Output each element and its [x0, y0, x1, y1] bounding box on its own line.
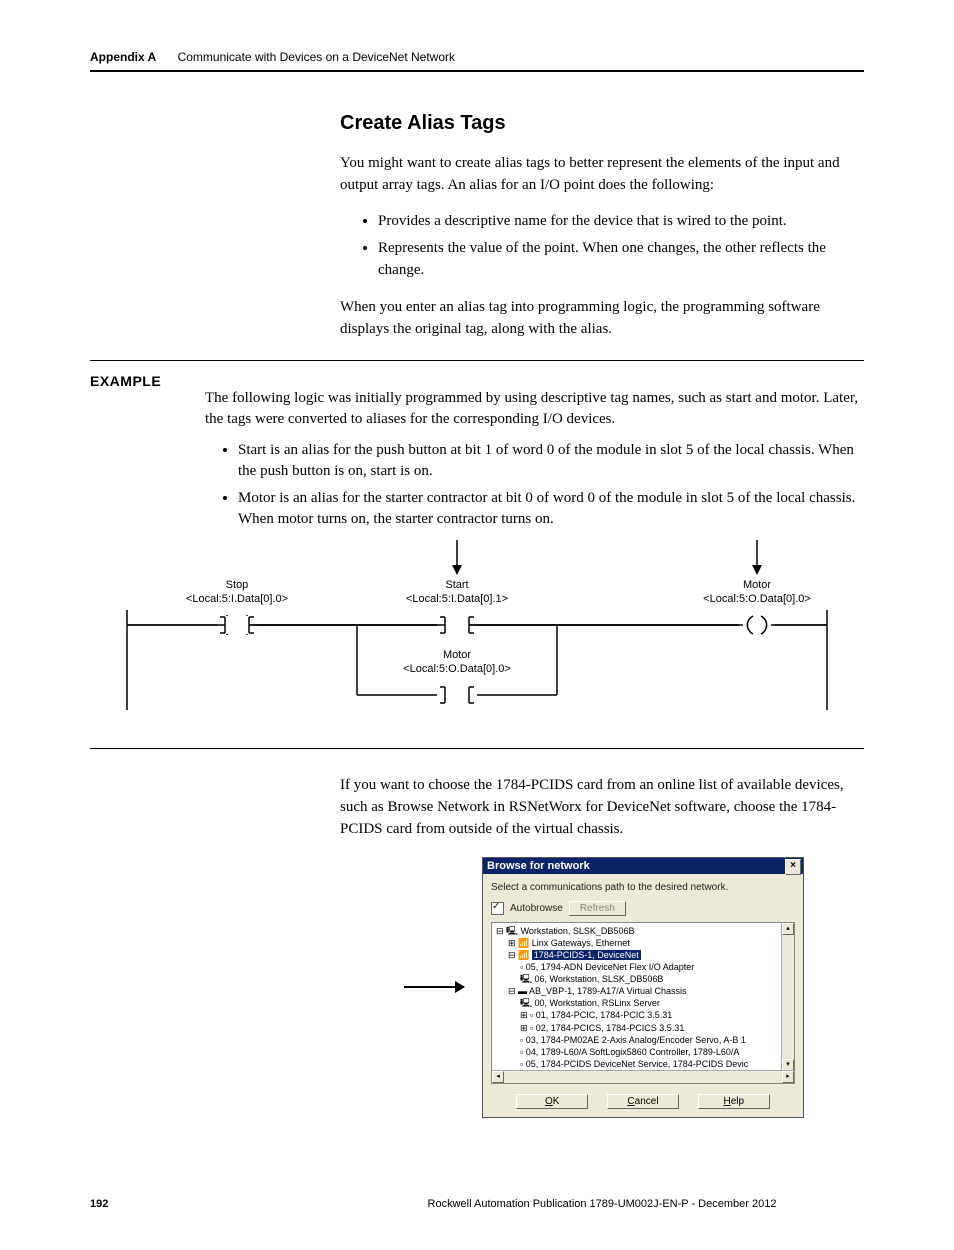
- list-item: Provides a descriptive name for the devi…: [378, 211, 864, 233]
- motor-branch-label: Motor: [443, 649, 471, 661]
- tree-item[interactable]: ⊟ 🖳 Workstation, SLSK_DB506B: [496, 925, 790, 937]
- motor-out-tag: <Local:5:O.Data[0].0>: [703, 593, 811, 605]
- refresh-button[interactable]: Refresh: [569, 901, 626, 916]
- appendix-label: Appendix A: [90, 50, 156, 64]
- list-item: Represents the value of the point. When …: [378, 238, 864, 282]
- page: Appendix A Communicate with Devices on a…: [0, 0, 954, 1250]
- example-label: EXAMPLE: [90, 373, 161, 389]
- cancel-button[interactable]: Cancel: [607, 1094, 679, 1109]
- tree-item[interactable]: ⊞ ▫ 01, 1784-PCIC, 1784-PCIC 3.5.31: [496, 1009, 790, 1021]
- tree-item[interactable]: 🖳 00, Workstation, RSLinx Server: [496, 997, 790, 1009]
- scroll-left-icon[interactable]: ◂: [492, 1071, 504, 1083]
- dialog-title-text: Browse for network: [487, 860, 590, 872]
- horizontal-scrollbar[interactable]: ◂ ▸: [492, 1070, 794, 1083]
- page-number: 192: [90, 1198, 340, 1210]
- section-title: Create Alias Tags: [340, 112, 864, 135]
- tree-item[interactable]: ▫ 03, 1784-PM02AE 2-Axis Analog/Encoder …: [496, 1034, 790, 1046]
- dialog-titlebar[interactable]: Browse for network ×: [483, 858, 803, 874]
- arrow-right-icon: [404, 986, 464, 988]
- para-pcids: If you want to choose the 1784-PCIDS car…: [340, 775, 864, 840]
- page-footer: 192 Rockwell Automation Publication 1789…: [90, 1198, 864, 1210]
- list-item: Start is an alias for the push button at…: [238, 440, 864, 482]
- tree-item[interactable]: ⊟ ▬ AB_VBP-1, 1789-A17/A Virtual Chassis: [496, 985, 790, 997]
- example-intro: The following logic was initially progra…: [205, 388, 864, 430]
- tree-item-selected[interactable]: ⊟ 📶 1784-PCIDS-1, DeviceNet: [496, 949, 790, 961]
- publication-info: Rockwell Automation Publication 1789-UM0…: [340, 1198, 864, 1210]
- stop-tag: <Local:5:I.Data[0].0>: [186, 593, 288, 605]
- para-intro: You might want to create alias tags to b…: [340, 153, 864, 197]
- dialog-body: Select a communications path to the desi…: [483, 874, 803, 1117]
- autobrowse-label: Autobrowse: [510, 903, 563, 914]
- ladder-diagram: Stop <Local:5:I.Data[0].0> Start <Local:…: [107, 540, 847, 730]
- tree-item[interactable]: ▫ 05, 1794-ADN DeviceNet Flex I/O Adapte…: [496, 961, 790, 973]
- tree-item[interactable]: ▫ 08, 1789-L60/A Softlogix5860 Controlle…: [496, 1082, 790, 1083]
- motor-out-label: Motor: [743, 579, 771, 591]
- stop-label: Stop: [226, 579, 249, 591]
- dialog-instruction: Select a communications path to the desi…: [491, 882, 795, 893]
- tree-item[interactable]: ⊞ ▫ 02, 1784-PCICS, 1784-PCICS 3.5.31: [496, 1022, 790, 1034]
- running-title: Communicate with Devices on a DeviceNet …: [178, 50, 455, 64]
- intro-list: Provides a descriptive name for the devi…: [360, 211, 864, 282]
- scroll-up-icon[interactable]: ▴: [782, 923, 794, 935]
- browse-dialog: Browse for network × Select a communicat…: [482, 857, 804, 1118]
- list-item: Motor is an alias for the starter contra…: [238, 488, 864, 530]
- running-head: Appendix A Communicate with Devices on a…: [90, 50, 864, 70]
- autobrowse-checkbox[interactable]: [491, 902, 504, 915]
- tree-item[interactable]: ▫ 04, 1789-L60/A SoftLogix5860 Controlle…: [496, 1046, 790, 1058]
- start-label: Start: [445, 579, 468, 591]
- motor-branch-tag: <Local:5:O.Data[0].0>: [403, 663, 511, 675]
- header-rule: [90, 70, 864, 72]
- tree-item[interactable]: ⊞ 📶 Linx Gateways, Ethernet: [496, 937, 790, 949]
- example-list: Start is an alias for the push button at…: [220, 440, 864, 530]
- network-tree[interactable]: ⊟ 🖳 Workstation, SLSK_DB506B ⊞ 📶 Linx Ga…: [491, 922, 795, 1084]
- example-block: EXAMPLE The following logic was initiall…: [90, 360, 864, 749]
- help-button[interactable]: Help: [698, 1094, 770, 1109]
- ok-button[interactable]: OK: [516, 1094, 588, 1109]
- para-alias-logic: When you enter an alias tag into program…: [340, 297, 864, 341]
- tree-item[interactable]: ▫ 05, 1784-PCIDS DeviceNet Service, 1784…: [496, 1058, 790, 1070]
- vertical-scrollbar[interactable]: ▴ ▾: [781, 923, 794, 1071]
- dialog-close-button[interactable]: ×: [785, 859, 801, 875]
- dialog-row: Browse for network × Select a communicat…: [90, 857, 804, 1118]
- tree-item[interactable]: 🖳 06, Workstation, SLSK_DB506B: [496, 973, 790, 985]
- scroll-right-icon[interactable]: ▸: [782, 1071, 794, 1083]
- start-tag: <Local:5:I.Data[0].1>: [406, 593, 508, 605]
